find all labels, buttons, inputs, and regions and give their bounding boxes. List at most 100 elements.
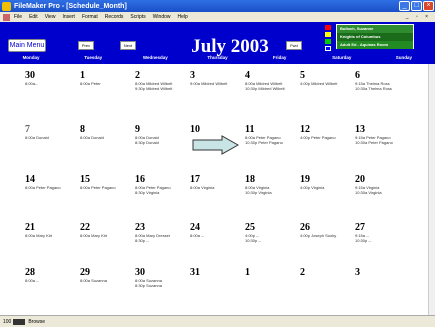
calendar-day-cell[interactable]: 8 8:00a Donald <box>80 124 135 174</box>
menu-window[interactable]: Window <box>153 14 171 20</box>
calendar-day-cell[interactable]: 14 8:00a Peter Pagano <box>25 174 80 224</box>
calendar-event[interactable]: 10:30p -- <box>355 238 410 243</box>
calendar-day-cell[interactable]: 17 8:00a Virginia <box>190 174 245 224</box>
calendar-event[interactable]: 10:30p -- <box>245 238 300 243</box>
menu-format[interactable]: Format <box>82 14 98 20</box>
calendar-event[interactable]: 8:00a Peter Pagano <box>80 185 135 190</box>
calendar-day-cell[interactable]: 12 4:00p Peter Pagano <box>300 124 355 174</box>
prev-button[interactable]: Prev <box>78 41 94 50</box>
calendar-event[interactable]: 10:30a Peter Pagano <box>355 140 410 145</box>
calendar-day-cell[interactable]: 23 8:00a Mary Dresser 8:30p -- <box>135 222 190 272</box>
day-number[interactable]: 28 <box>25 267 80 278</box>
calendar-day-cell[interactable]: 27 9:15a -- 10:30p -- <box>355 222 410 272</box>
calendar-day-cell[interactable]: 3 9:00a Mildred Wilbelt <box>190 70 245 120</box>
next-button[interactable]: Next <box>120 41 136 50</box>
day-number[interactable]: 17 <box>190 174 245 185</box>
day-number[interactable]: 1 <box>80 70 135 81</box>
day-number[interactable]: 30 <box>25 70 80 81</box>
calendar-day-cell[interactable]: 25 4:00p -- 10:30p -- <box>245 222 300 272</box>
calendar-day-cell[interactable]: 1 <box>245 267 300 317</box>
calendar-day-cell[interactable]: 11 8:00a Peter Pagano 10:30p Peter Pagano <box>245 124 300 174</box>
day-number[interactable]: 6 <box>355 70 410 81</box>
calendar-day-cell[interactable]: 26 4:00p Joseph Sooky <box>300 222 355 272</box>
day-number[interactable]: 25 <box>245 222 300 233</box>
calendar-event[interactable]: 9:00a Mildred Wilbelt <box>190 81 245 86</box>
minimize-button[interactable]: _ <box>399 1 410 11</box>
day-number[interactable]: 15 <box>80 174 135 185</box>
calendar-day-cell[interactable]: 4 8:00a Mildred Wilbelt 10:30p Mildred Wil… <box>245 70 300 120</box>
calendar-day-cell[interactable]: 7 8:00a Donald <box>25 124 80 174</box>
calendar-event[interactable]: 8:00a Mary Kirt <box>25 233 80 238</box>
calendar-day-cell[interactable]: 28 8:00a -- <box>25 267 80 317</box>
calendar-event[interactable]: 8:00a Donald <box>25 135 80 140</box>
calendar-event[interactable]: 10:30p Peter Pagano <box>245 140 300 145</box>
day-number[interactable]: 4 <box>245 70 300 81</box>
calendar-event[interactable]: 8:30p -- <box>135 238 190 243</box>
day-number[interactable]: 19 <box>300 174 355 185</box>
mdi-window-controls[interactable]: _ ▫ × <box>406 14 431 20</box>
calendar-event[interactable]: 8:00a Suzanna <box>80 278 135 283</box>
day-number[interactable]: 23 <box>135 222 190 233</box>
day-number[interactable]: 8 <box>80 124 135 135</box>
forward-button[interactable]: Fwd <box>286 41 302 50</box>
calendar-event[interactable]: 8:00a -- <box>190 233 245 238</box>
day-number[interactable]: 5 <box>300 70 355 81</box>
calendar-day-cell[interactable]: 22 8:00a Mary Kirt <box>80 222 135 272</box>
day-number[interactable]: 16 <box>135 174 190 185</box>
maximize-button[interactable]: □ <box>411 1 422 11</box>
calendar-day-cell[interactable]: 31 <box>190 267 245 317</box>
calendar-event[interactable]: 8:30p Donald <box>135 140 190 145</box>
calendar-event[interactable]: 8:00a Peter Pagano <box>25 185 80 190</box>
menu-edit[interactable]: Edit <box>29 14 38 20</box>
day-number[interactable]: 30 <box>135 267 190 278</box>
vertical-scrollbar[interactable] <box>428 64 435 315</box>
day-number[interactable]: 13 <box>355 124 410 135</box>
day-number[interactable]: 21 <box>25 222 80 233</box>
calendar-day-cell[interactable]: 13 9:15a Peter Pagano 10:30a Peter Pagano <box>355 124 410 174</box>
day-number[interactable]: 14 <box>25 174 80 185</box>
calendar-day-cell[interactable]: 20 9:15a Virginia 10:30a Virginia <box>355 174 410 224</box>
day-number[interactable]: 3 <box>355 267 410 278</box>
calendar-event[interactable]: 8:00a-- <box>25 81 80 86</box>
day-number[interactable]: 12 <box>300 124 355 135</box>
calendar-event[interactable]: 8:00a Peter <box>80 81 135 86</box>
day-number[interactable]: 20 <box>355 174 410 185</box>
calendar-event[interactable]: 8:00a -- <box>25 278 80 283</box>
day-number[interactable]: 3 <box>190 70 245 81</box>
calendar-event[interactable]: 8:30p Suzanna <box>135 283 190 288</box>
day-number[interactable]: 7 <box>25 124 80 135</box>
day-number[interactable]: 18 <box>245 174 300 185</box>
calendar-event[interactable]: 10:30a Thelma Ross <box>355 86 410 91</box>
menu-file[interactable]: File <box>14 14 22 20</box>
day-number[interactable]: 29 <box>80 267 135 278</box>
calendar-day-cell[interactable]: 2 8:00a Mildred Wilbelt 9:30p Mildred Wilb… <box>135 70 190 120</box>
calendar-day-cell[interactable]: 30 8:00a Suzanna 8:30p Suzanna <box>135 267 190 317</box>
day-number[interactable]: 2 <box>300 267 355 278</box>
calendar-event[interactable]: 9:30p Mildred Wilbelt <box>135 86 190 91</box>
calendar-day-cell[interactable]: 24 8:00a -- <box>190 222 245 272</box>
menu-scripts[interactable]: Scripts <box>130 14 145 20</box>
zoom-controls-icon[interactable] <box>13 318 26 325</box>
zoom-level[interactable]: 100 <box>3 319 11 325</box>
calendar-event[interactable]: 4:00p Joseph Sooky <box>300 233 355 238</box>
day-number[interactable]: 10 <box>190 124 245 135</box>
calendar-event[interactable]: 10:30a Virginia <box>355 190 410 195</box>
calendar-event[interactable]: 4:00p Peter Pagano <box>300 135 355 140</box>
document-icon[interactable] <box>3 13 10 21</box>
calendar-day-cell[interactable]: 29 8:00a Suzanna <box>80 267 135 317</box>
day-number[interactable]: 2 <box>135 70 190 81</box>
calendar-event[interactable]: 4:00p Virginia <box>300 185 355 190</box>
calendar-day-cell[interactable]: 18 8:00a Virginia 10:30p Virginia <box>245 174 300 224</box>
calendar-day-cell[interactable]: 2 <box>300 267 355 317</box>
calendar-event[interactable]: 8:00a Donald <box>80 135 135 140</box>
calendar-day-cell[interactable]: 15 8:00a Peter Pagano <box>80 174 135 224</box>
menu-insert[interactable]: Insert <box>62 14 75 20</box>
menu-view[interactable]: View <box>45 14 56 20</box>
calendar-event[interactable]: 10:30p Mildred Wilbelt <box>245 86 300 91</box>
day-number[interactable]: 27 <box>355 222 410 233</box>
calendar-day-cell[interactable]: 30 8:00a-- <box>25 70 80 120</box>
calendar-event[interactable]: 8:00a Mary Kirt <box>80 233 135 238</box>
calendar-day-cell[interactable]: 16 8:00a Peter Pagano 8:30p Virginia <box>135 174 190 224</box>
day-number[interactable]: 26 <box>300 222 355 233</box>
calendar-event[interactable]: 4:00p Mildred Wilbelt <box>300 81 355 86</box>
